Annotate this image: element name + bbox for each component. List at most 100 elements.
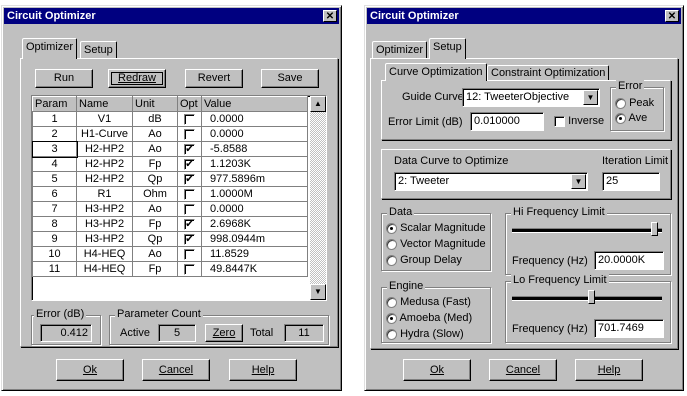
value-cell[interactable]: 0.0000 bbox=[201, 126, 308, 142]
ave-radio[interactable]: Ave bbox=[615, 112, 647, 124]
param-cell[interactable]: 5 bbox=[32, 171, 77, 187]
table-row[interactable]: 11 H4-HEQ Fp 49.8447K bbox=[32, 261, 308, 277]
unit-cell[interactable]: Qp bbox=[132, 231, 178, 247]
data-curve-dropdown[interactable]: 2: Tweeter ▼ bbox=[394, 172, 588, 191]
tab-optimizer[interactable]: Optimizer bbox=[22, 38, 78, 59]
radio-icon[interactable] bbox=[386, 328, 397, 340]
name-cell[interactable]: H3-HP2 bbox=[76, 201, 133, 217]
unit-cell[interactable]: Ohm bbox=[132, 186, 178, 202]
table-row[interactable]: 3 H2-HP2 Ao ✔ -5.8588 bbox=[32, 140, 308, 158]
ok-button[interactable]: Ok bbox=[403, 359, 471, 381]
inverse-check-icon[interactable] bbox=[554, 115, 565, 127]
redraw-button[interactable]: Redraw bbox=[108, 69, 166, 88]
parameter-grid[interactable]: Param Name Unit Opt Value 1 V1 dB 0.0000 2 H1… bbox=[31, 95, 327, 301]
hi-frequency-slider-track[interactable] bbox=[512, 228, 662, 233]
param-cell[interactable]: 8 bbox=[32, 216, 77, 232]
value-cell[interactable]: 1.0000M bbox=[201, 186, 308, 202]
opt-checkbox[interactable] bbox=[184, 113, 195, 125]
column-header-name[interactable]: Name bbox=[76, 96, 133, 112]
value-cell[interactable]: 11.8529 bbox=[201, 246, 308, 262]
title-bar[interactable]: Circuit Optimizer ✕ bbox=[4, 8, 339, 24]
name-cell[interactable]: R1 bbox=[76, 186, 133, 202]
column-header-param[interactable]: Param bbox=[32, 96, 77, 112]
chevron-down-icon[interactable]: ▼ bbox=[571, 174, 586, 189]
table-row[interactable]: 1 V1 dB 0.0000 bbox=[32, 111, 308, 127]
name-cell[interactable]: H1-Curve bbox=[76, 126, 133, 142]
unit-cell[interactable]: Ao bbox=[132, 246, 178, 262]
opt-checkbox[interactable] bbox=[184, 248, 195, 260]
unit-cell[interactable]: Ao bbox=[132, 126, 178, 142]
column-header-unit[interactable]: Unit bbox=[132, 96, 178, 112]
scroll-up-icon[interactable]: ▲ bbox=[310, 96, 326, 112]
peak-radio[interactable]: Peak bbox=[615, 97, 654, 109]
table-row[interactable]: 2 H1-Curve Ao 0.0000 bbox=[32, 126, 308, 142]
hi-frequency-input[interactable]: 20.0000K bbox=[594, 251, 664, 270]
run-button[interactable]: Run bbox=[35, 69, 93, 88]
subtab-constraint-optimization[interactable]: Constraint Optimization bbox=[487, 65, 610, 81]
help-button[interactable]: Help bbox=[229, 359, 297, 381]
name-cell[interactable]: H3-HP2 bbox=[76, 231, 133, 247]
unit-cell[interactable]: Fp bbox=[132, 156, 178, 172]
table-row[interactable]: 9 H3-HP2 Qp ✔ 998.0944m bbox=[32, 231, 308, 247]
radio-icon[interactable] bbox=[615, 97, 626, 109]
opt-checkbox[interactable] bbox=[184, 188, 195, 200]
radio-icon[interactable] bbox=[386, 296, 397, 308]
chevron-down-icon[interactable]: ▼ bbox=[583, 90, 598, 105]
subtab-curve-optimization[interactable]: Curve Optimization bbox=[385, 63, 487, 81]
unit-cell[interactable]: dB bbox=[132, 111, 178, 127]
unit-cell[interactable]: Fp bbox=[132, 216, 178, 232]
opt-checkbox[interactable]: ✔ bbox=[184, 143, 195, 155]
table-row[interactable]: 7 H3-HP2 Ao 0.0000 bbox=[32, 201, 308, 217]
opt-checkbox[interactable]: ✔ bbox=[184, 173, 195, 185]
inverse-checkbox[interactable]: Inverse bbox=[554, 115, 604, 127]
opt-checkbox[interactable]: ✔ bbox=[184, 233, 195, 245]
table-row[interactable]: 5 H2-HP2 Qp ✔ 977.5896m bbox=[32, 171, 308, 187]
value-cell[interactable]: 49.8447K bbox=[201, 261, 308, 277]
cancel-button[interactable]: Cancel bbox=[489, 359, 557, 381]
scroll-down-icon[interactable]: ▼ bbox=[310, 284, 326, 300]
name-cell[interactable]: H3-HP2 bbox=[76, 216, 133, 232]
param-cell[interactable]: 11 bbox=[32, 261, 77, 277]
guide-curve-dropdown[interactable]: 12: TweeterObjective ▼ bbox=[462, 88, 600, 107]
table-row[interactable]: 10 H4-HEQ Ao 11.8529 bbox=[32, 246, 308, 262]
save-button[interactable]: Save bbox=[261, 69, 319, 88]
param-cell[interactable]: 7 bbox=[32, 201, 77, 217]
close-icon[interactable]: ✕ bbox=[323, 10, 337, 22]
value-cell[interactable]: 1.1203K bbox=[201, 156, 308, 172]
vector-magnitude-radio[interactable]: Vector Magnitude bbox=[386, 238, 486, 250]
value-cell[interactable]: -5.8588 bbox=[201, 141, 308, 157]
hi-frequency-slider-thumb[interactable] bbox=[650, 222, 658, 236]
unit-cell[interactable]: Ao bbox=[132, 201, 178, 217]
param-cell[interactable]: 1 bbox=[32, 111, 77, 127]
name-cell[interactable]: H2-HP2 bbox=[76, 171, 133, 187]
table-row[interactable]: 4 H2-HP2 Fp ✔ 1.1203K bbox=[32, 156, 308, 172]
amoeba-radio[interactable]: Amoeba (Med) bbox=[386, 312, 472, 324]
cancel-button[interactable]: Cancel bbox=[142, 359, 210, 381]
lo-frequency-slider-thumb[interactable] bbox=[587, 290, 595, 304]
value-cell[interactable]: 2.6968K bbox=[201, 216, 308, 232]
name-cell[interactable]: H4-HEQ bbox=[76, 261, 133, 277]
opt-checkbox[interactable]: ✔ bbox=[184, 218, 195, 230]
zero-button[interactable]: Zero bbox=[205, 324, 243, 342]
error-limit-input[interactable]: 0.010000 bbox=[470, 112, 544, 131]
unit-cell[interactable]: Fp bbox=[132, 261, 178, 277]
param-cell[interactable]: 2 bbox=[32, 126, 77, 142]
close-icon[interactable]: ✕ bbox=[665, 10, 679, 22]
param-cell[interactable]: 4 bbox=[32, 156, 77, 172]
grid-scrollbar[interactable] bbox=[310, 96, 326, 300]
tab-setup[interactable]: Setup bbox=[80, 41, 117, 59]
param-cell[interactable]: 6 bbox=[32, 186, 77, 202]
revert-button[interactable]: Revert bbox=[185, 69, 243, 88]
param-cell[interactable]: 9 bbox=[32, 231, 77, 247]
name-cell[interactable]: H2-HP2 bbox=[76, 156, 133, 172]
value-cell[interactable]: 998.0944m bbox=[201, 231, 308, 247]
param-cell[interactable]: 10 bbox=[32, 246, 77, 262]
lo-frequency-input[interactable]: 701.7469 bbox=[594, 319, 664, 338]
scalar-magnitude-radio[interactable]: Scalar Magnitude bbox=[386, 222, 486, 234]
unit-cell[interactable]: Qp bbox=[132, 171, 178, 187]
title-bar-setup[interactable]: Circuit Optimizer ✕ bbox=[367, 8, 681, 24]
medusa-radio[interactable]: Medusa (Fast) bbox=[386, 296, 471, 308]
hydra-radio[interactable]: Hydra (Slow) bbox=[386, 328, 464, 340]
help-button[interactable]: Help bbox=[575, 359, 643, 381]
iteration-limit-input[interactable]: 25 bbox=[602, 172, 660, 191]
